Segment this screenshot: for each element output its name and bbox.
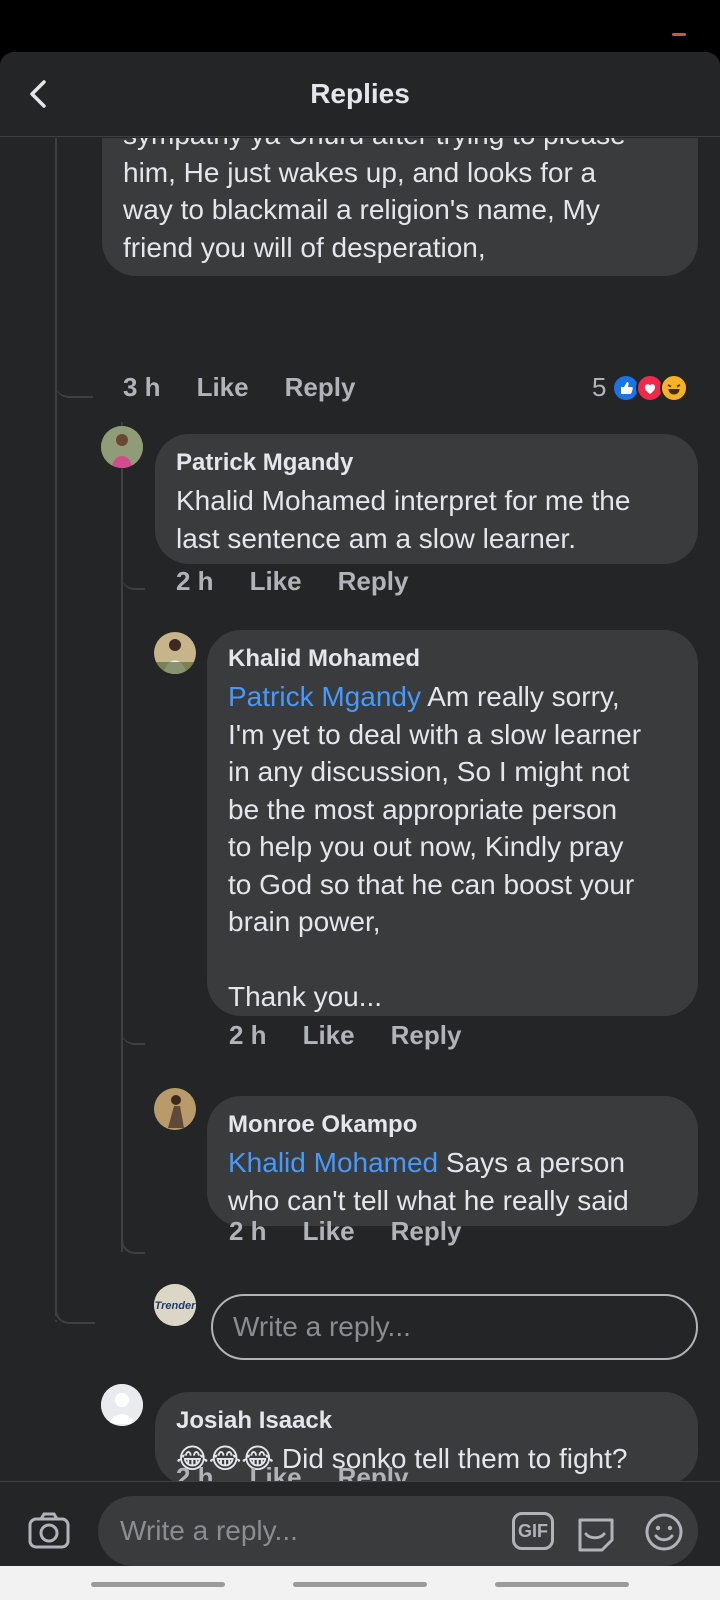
reaction-count: 5 (592, 372, 607, 402)
comment-bubble-top: kubwa, Amekosa kazi, amekosa sympathy ya… (102, 138, 698, 276)
like-button[interactable]: Like (197, 372, 249, 403)
comment-author[interactable]: Josiah Isaack (176, 1406, 678, 1436)
comment-bubble-patrick: Patrick Mgandy Khalid Mohamed interpret … (155, 434, 698, 564)
camera-icon[interactable] (26, 1508, 72, 1554)
mention-link[interactable]: Khalid Mohamed (228, 1147, 438, 1178)
composer-placeholder: Write a reply... (120, 1515, 298, 1546)
comment-text: kubwa, Amekosa kazi, amekosa sympathy ya… (123, 138, 626, 263)
comment-actions-khalid: 2 h Like Reply (229, 1020, 461, 1051)
gif-label: GIF (518, 1520, 548, 1541)
comment-text-wrapper: Patrick Mgandy Am really sorry, I'm yet … (228, 678, 678, 1016)
emoji-icon[interactable] (642, 1510, 686, 1554)
reaction-summary[interactable]: 5 (592, 372, 689, 403)
avatar-current-user: Trender (154, 1284, 196, 1326)
nav-recent-handle[interactable] (91, 1582, 225, 1587)
reply-button[interactable]: Reply (338, 566, 409, 597)
status-indicator (672, 33, 686, 36)
status-bar (0, 0, 720, 52)
nested-reply-placeholder: Write a reply... (233, 1311, 411, 1342)
like-button[interactable]: Like (303, 1020, 355, 1051)
reply-button[interactable]: Reply (391, 1020, 462, 1051)
comment-bubble-khalid: Khalid Mohamed Patrick Mgandy Am really … (207, 630, 698, 1016)
avatar-patrick[interactable] (101, 426, 143, 468)
thread-line-nested (121, 422, 123, 1252)
avatar-monroe[interactable] (154, 1088, 196, 1130)
thread-connector-khalid (121, 568, 145, 590)
comment-text: Khalid Mohamed interpret for me the last… (176, 485, 631, 554)
thread-connector-write-reply (121, 1218, 145, 1254)
reply-button[interactable]: Reply (285, 372, 356, 403)
thread-connector-josiah (55, 1288, 95, 1324)
page-title: Replies (310, 78, 410, 109)
system-navigation-bar (0, 1566, 720, 1600)
thread-connector-monroe (121, 1023, 145, 1045)
nested-reply-input[interactable]: Write a reply... (211, 1294, 698, 1360)
like-button[interactable]: Like (303, 1216, 355, 1247)
like-button[interactable]: Like (250, 566, 302, 597)
avatar-josiah[interactable] (101, 1384, 143, 1426)
replies-screen: Replies kubwa, Amekosa kazi, amekosa sym… (0, 52, 720, 1600)
avatar-logo-text: Trender (155, 1300, 196, 1312)
comment-time: 3 h (123, 372, 161, 402)
header: Replies (0, 52, 720, 137)
comment-time: 2 h (229, 1020, 267, 1050)
comment-thread: kubwa, Amekosa kazi, amekosa sympathy ya… (0, 138, 720, 1533)
comment-actions-patrick: 2 h Like Reply (176, 566, 408, 597)
gif-icon[interactable]: GIF (512, 1512, 554, 1550)
nav-home-handle[interactable] (293, 1582, 427, 1587)
comment-time: 2 h (229, 1216, 267, 1246)
sticker-icon[interactable] (574, 1510, 618, 1554)
mention-link[interactable]: Patrick Mgandy (228, 681, 421, 712)
nav-back-handle[interactable] (495, 1582, 629, 1587)
comment-actions-monroe: 2 h Like Reply (229, 1216, 461, 1247)
reply-button[interactable]: Reply (391, 1216, 462, 1247)
avatar-khalid[interactable] (154, 632, 196, 674)
comment-author[interactable]: Khalid Mohamed (228, 644, 678, 674)
thread-line-main (55, 138, 57, 1316)
thread-connector-patrick (55, 1320, 57, 1322)
comment-time: 2 h (176, 566, 214, 596)
comment-author[interactable]: Monroe Okampo (228, 1110, 678, 1140)
comment-text-wrapper: Khalid Mohamed Says a person who can't t… (228, 1144, 678, 1219)
thread-connector-patrick (55, 362, 93, 398)
comment-text: Am really sorry, I'm yet to deal with a … (228, 681, 642, 1012)
comment-actions-top: 3 h Like Reply (123, 372, 355, 403)
comment-bubble-monroe: Monroe Okampo Khalid Mohamed Says a pers… (207, 1096, 698, 1226)
reply-composer-input[interactable]: Write a reply... GIF (98, 1496, 698, 1566)
comment-author[interactable]: Patrick Mgandy (176, 448, 678, 478)
haha-icon (660, 373, 689, 402)
